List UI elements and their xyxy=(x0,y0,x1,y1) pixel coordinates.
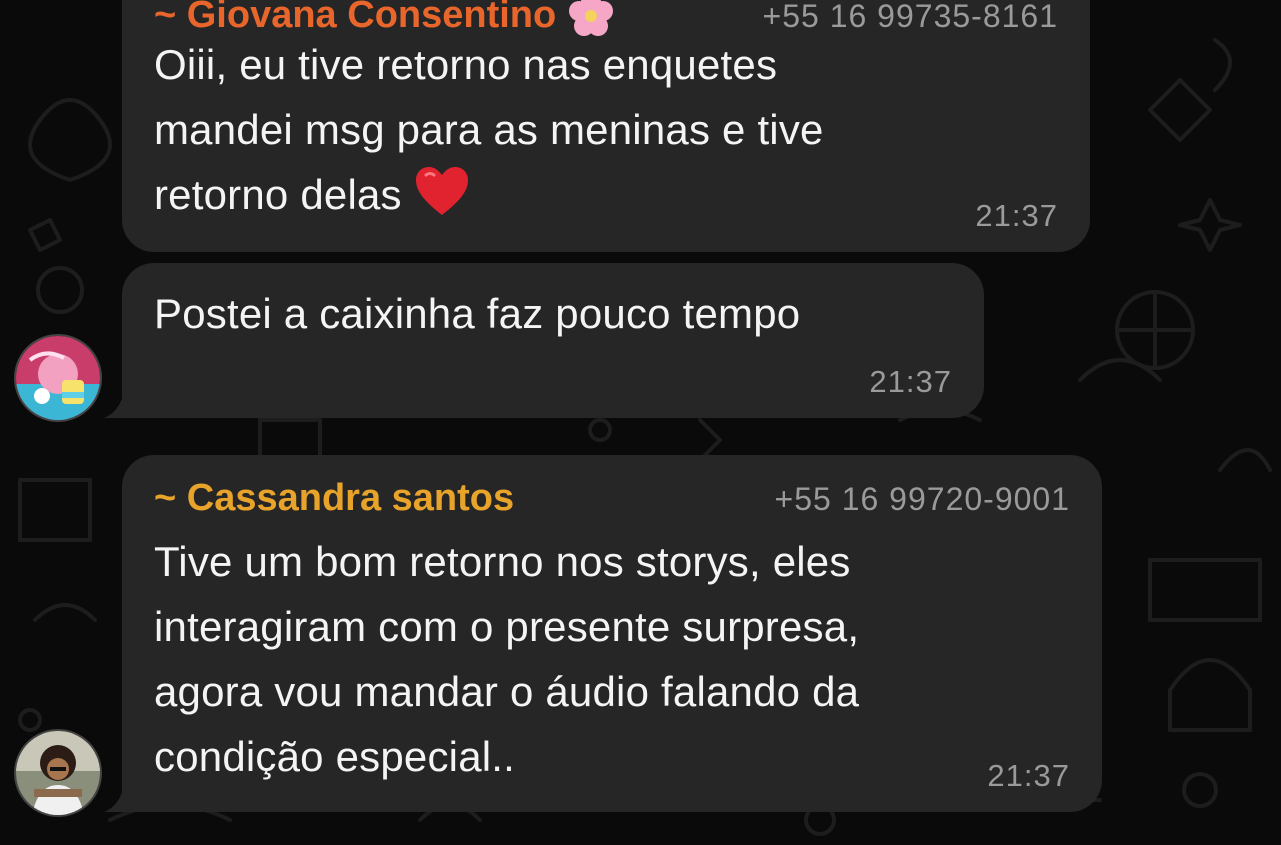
message-text: Oiii, eu tive retorno nas enquetes mande… xyxy=(154,32,1054,227)
message-text: Postei a caixinha faz pouco tempo xyxy=(154,290,801,337)
sender-phone[interactable]: +55 16 99735-8161 xyxy=(763,0,1058,35)
message-time: 21:37 xyxy=(987,758,1070,793)
message-time: 21:37 xyxy=(869,364,952,399)
red-heart-emoji-icon xyxy=(415,167,468,215)
message-text-content: Oiii, eu tive retorno nas enquetes mande… xyxy=(154,41,824,218)
message-bubble[interactable]: ~ Giovana Consentino +55 16 99735-8161 O… xyxy=(122,0,1090,252)
message-bubble[interactable]: Postei a caixinha faz pouco tempo 21:37 xyxy=(122,263,984,418)
avatar-image xyxy=(16,336,100,420)
avatar[interactable] xyxy=(14,334,102,422)
chat-view: ~ Giovana Consentino +55 16 99735-8161 O… xyxy=(0,0,1281,845)
avatar-image xyxy=(16,731,100,815)
message-time: 21:37 xyxy=(975,198,1058,233)
sender-name[interactable]: ~ Cassandra santos xyxy=(154,475,514,521)
message-bubble[interactable]: ~ Cassandra santos +55 16 99720-9001 Tiv… xyxy=(122,455,1102,812)
sender-phone[interactable]: +55 16 99720-9001 xyxy=(775,481,1070,518)
message-text: Tive um bom retorno nos storys, eles int… xyxy=(154,538,860,780)
sender-row: ~ Cassandra santos +55 16 99720-9001 xyxy=(154,475,1070,521)
avatar[interactable] xyxy=(14,729,102,817)
